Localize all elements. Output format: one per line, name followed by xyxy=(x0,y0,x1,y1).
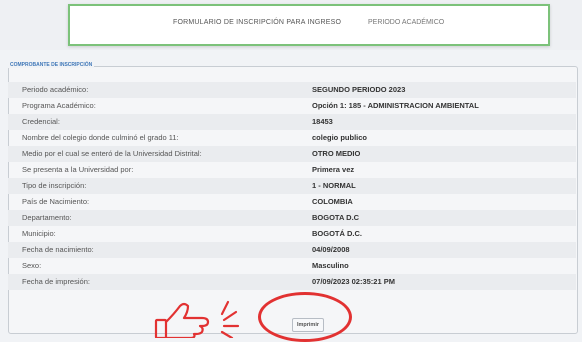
info-row: Credencial: 18453 xyxy=(8,114,576,130)
row-label: Se presenta a la Universidad por: xyxy=(22,165,134,174)
row-label: País de Nacimiento: xyxy=(22,197,90,206)
row-value: Opción 1: 185 - ADMINISTRACION AMBIENTAL xyxy=(312,101,479,110)
row-label: Municipio: xyxy=(22,229,56,238)
row-value: SEGUNDO PERIODO 2023 xyxy=(312,85,406,94)
row-label: Sexo: xyxy=(22,261,42,270)
info-row: Nombre del colegio donde culminó el grad… xyxy=(8,130,576,146)
row-label: Tipo de inscripción: xyxy=(22,181,87,190)
info-row: Programa Académico: Opción 1: 185 - ADMI… xyxy=(8,98,576,114)
row-value: 1 - NORMAL xyxy=(312,181,356,190)
form-title: FORMULARIO DE INSCRIPCIÓN PARA INGRESO xyxy=(173,19,342,26)
row-value: COLOMBIA xyxy=(312,197,353,206)
info-row: Medio por el cual se enteró de la Univer… xyxy=(8,146,576,162)
panel-legend: COMPROBANTE DE INSCRIPCIÓN xyxy=(8,62,95,68)
info-row: Periodo académico: SEGUNDO PERIODO 2023 xyxy=(8,82,576,98)
row-value: 18453 xyxy=(312,117,333,126)
row-value: 04/09/2008 xyxy=(312,245,350,254)
info-row: Municipio: BOGOTÁ D.C. xyxy=(8,226,576,242)
info-row: Tipo de inscripción: 1 - NORMAL xyxy=(8,178,576,194)
form-header: FORMULARIO DE INSCRIPCIÓN PARA INGRESO P… xyxy=(68,4,550,46)
row-value: BOGOTÁ D.C. xyxy=(312,229,362,238)
row-label: Programa Académico: xyxy=(22,101,96,110)
info-row: Sexo: Masculino xyxy=(8,258,576,274)
row-label: Fecha de impresión: xyxy=(22,277,90,286)
highlight-circle xyxy=(258,292,352,342)
info-row: Fecha de nacimiento: 04/09/2008 xyxy=(8,242,576,258)
info-row: Se presenta a la Universidad por: Primer… xyxy=(8,162,576,178)
row-value: 07/09/2023 02:35:21 PM xyxy=(312,277,395,286)
row-label: Fecha de nacimiento: xyxy=(22,245,94,254)
row-label: Nombre del colegio donde culminó el grad… xyxy=(22,133,179,142)
row-label: Periodo académico: xyxy=(22,85,89,94)
row-value: OTRO MEDIO xyxy=(312,149,361,158)
row-value: BOGOTA D.C xyxy=(312,213,360,222)
info-row: Departamento: BOGOTA D.C xyxy=(8,210,576,226)
row-value: Masculino xyxy=(312,261,349,270)
info-row: País de Nacimiento: COLOMBIA xyxy=(8,194,576,210)
row-value: Primera vez xyxy=(312,165,355,174)
period-label: PERIODO ACADÉMICO xyxy=(368,19,445,26)
row-label: Departamento: xyxy=(22,213,72,222)
pointing-hand-icon xyxy=(154,300,240,338)
row-label: Credencial: xyxy=(22,117,60,126)
print-button[interactable]: Imprimir xyxy=(292,318,324,332)
row-label: Medio por el cual se enteró de la Univer… xyxy=(22,149,202,158)
info-row: Fecha de impresión: 07/09/2023 02:35:21 … xyxy=(8,274,576,290)
row-value: colegio publico xyxy=(312,133,368,142)
